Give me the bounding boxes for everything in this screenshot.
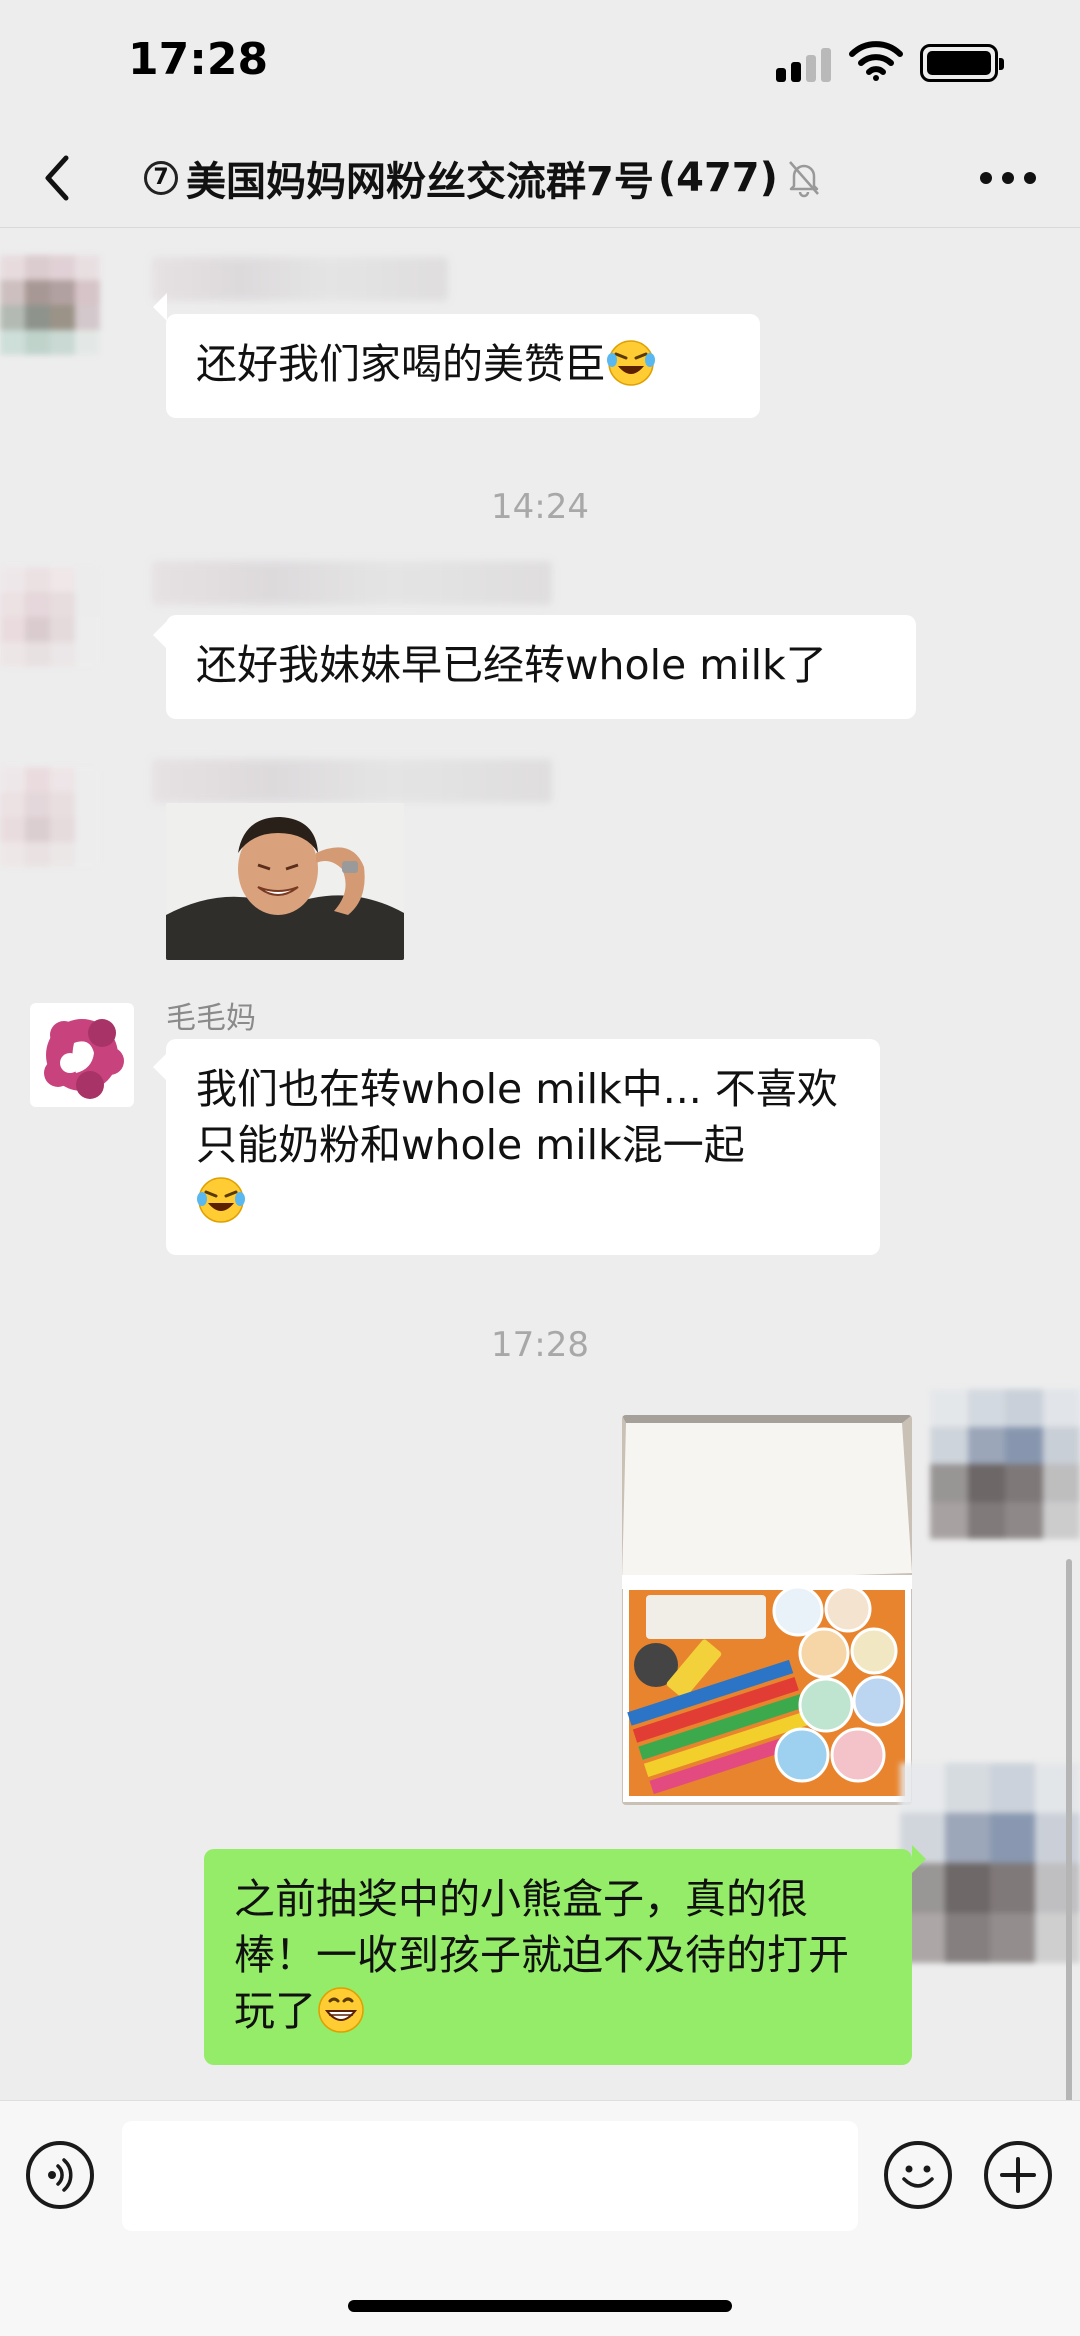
my-avatar[interactable] [900, 1763, 1080, 1963]
time-divider: 17:28 [491, 1325, 589, 1365]
chat-title-area[interactable]: 7 美国妈妈网粉丝交流群7号 (477) [144, 146, 944, 210]
message-bubble[interactable]: 还好我妹妹早已经转whole milk了 [166, 615, 916, 719]
message-text: 我们也在转whole milk中... 不喜欢 只能奶粉和whole milk混… [196, 1065, 838, 1169]
avatar[interactable] [0, 567, 100, 667]
message-text: 还好我妹妹早已经转whole milk了 [196, 641, 827, 689]
chat-title: 美国妈妈网粉丝交流群7号 [186, 159, 654, 205]
status-bar: 17:28 [0, 0, 1080, 128]
message-bubble[interactable]: 我们也在转whole milk中... 不喜欢 只能奶粉和whole milk混… [166, 1039, 880, 1255]
laughing-tears-tilted-icon [607, 340, 655, 386]
time-divider: 14:24 [491, 487, 589, 527]
smiley-icon[interactable] [884, 2141, 952, 2209]
sticker-image[interactable] [166, 803, 404, 960]
more-dots-icon[interactable] [980, 172, 1036, 186]
sender-name: 毛毛妈 [166, 1001, 256, 1036]
battery-icon [920, 44, 1004, 82]
chevron-left-icon[interactable] [36, 148, 76, 208]
maomao-mom-avatar-icon [44, 1019, 124, 1099]
home-indicator[interactable] [348, 2300, 732, 2312]
message-bubble[interactable]: 还好我们家喝的美赞臣 [166, 314, 760, 418]
avatar[interactable] [30, 1003, 134, 1107]
message-input[interactable] [122, 2121, 858, 2231]
sender-name-blurred [152, 257, 448, 301]
wifi-icon [849, 41, 903, 81]
chat-header: 7 美国妈妈网粉丝交流群7号 (477) [0, 128, 1080, 228]
crying-man-sticker [166, 803, 404, 960]
sender-name-blurred [152, 759, 552, 803]
plus-icon[interactable] [984, 2141, 1052, 2209]
group-index-badge: 7 [144, 161, 178, 195]
message-text: 还好我们家喝的美赞臣 [196, 340, 606, 388]
my-avatar[interactable] [930, 1389, 1080, 1539]
voice-icon[interactable] [26, 2141, 94, 2209]
avatar[interactable] [0, 767, 100, 867]
status-time: 17:28 [128, 34, 269, 85]
signal-icon [776, 44, 832, 82]
message-bubble[interactable]: 之前抽奖中的小熊盒子，真的很棒！一收到孩子就迫不及待的打开玩了 [204, 1849, 912, 2065]
avatar[interactable] [0, 255, 100, 355]
shared-photo[interactable] [622, 1415, 912, 1805]
grinning-face-icon [318, 1987, 364, 2033]
sender-name-blurred [152, 561, 552, 605]
message-list[interactable]: 还好我们家喝的美赞臣 14:24 还好我妹妹早已经转whole milk了 毛毛… [0, 229, 1080, 2336]
bell-muted-icon [788, 161, 819, 198]
toy-box-photo [622, 1415, 912, 1805]
laughing-tears-icon [197, 1177, 245, 1223]
member-count: (477) [657, 155, 778, 201]
